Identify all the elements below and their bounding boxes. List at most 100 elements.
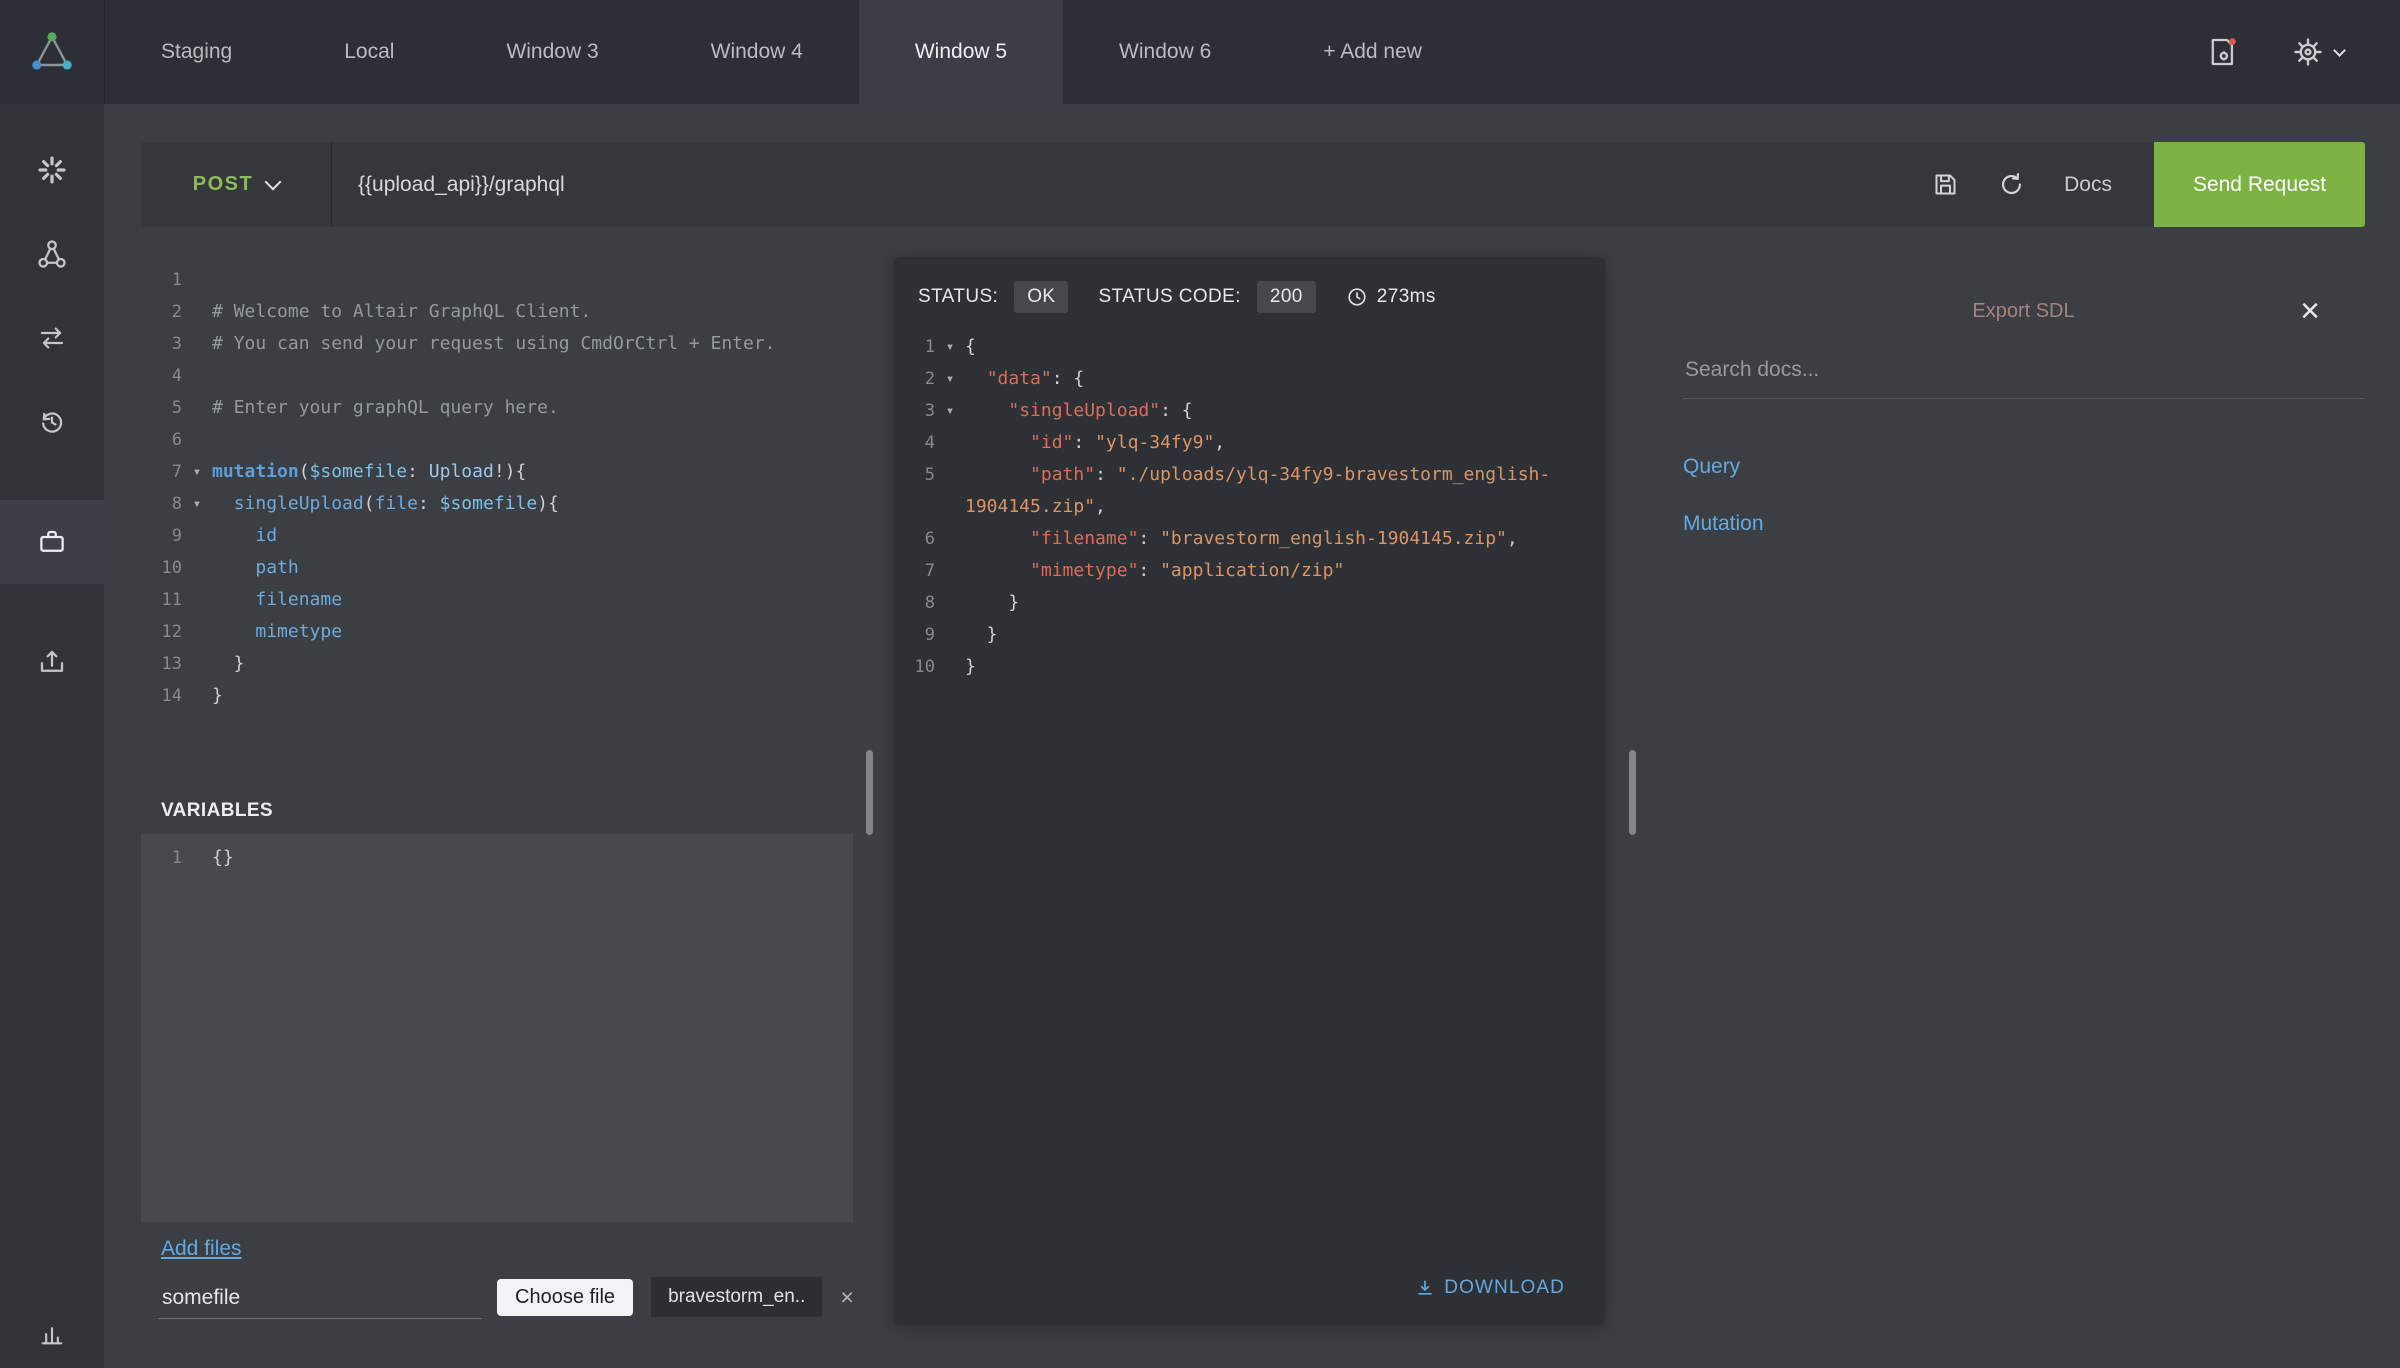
send-request-button[interactable]: Send Request (2154, 142, 2365, 227)
fold-spacer (182, 264, 212, 296)
chevron-down-icon (265, 174, 282, 191)
line-number: 3 (141, 328, 182, 360)
download-response-button[interactable]: DOWNLOAD (1415, 1277, 1565, 1299)
sidebar-item-export[interactable] (0, 620, 104, 704)
line-number (894, 491, 935, 523)
export-sdl-link[interactable]: Export SDL (1683, 300, 2364, 323)
chevron-down-icon (2333, 44, 2346, 57)
fold-arrow-icon[interactable]: ▾ (182, 488, 212, 520)
response-time: 273ms (1346, 286, 1436, 308)
code-line: 11 filename (141, 584, 853, 616)
code-text: singleUpload(file: $somefile){ (212, 488, 853, 520)
fold-spacer (182, 584, 212, 616)
code-text (212, 264, 853, 296)
add-new-tab-button[interactable]: + Add new (1267, 0, 1478, 104)
query-editor[interactable]: 12# Welcome to Altair GraphQL Client.3# … (141, 264, 853, 712)
environment-settings-button[interactable] (2205, 35, 2239, 69)
code-line: 8▾ singleUpload(file: $somefile){ (141, 488, 853, 520)
file-variable-name-input[interactable] (158, 1282, 482, 1319)
docs-search-input[interactable] (1683, 358, 2364, 399)
code-line: 1 (141, 264, 853, 296)
url-input[interactable] (332, 173, 1932, 197)
code-text: } (965, 587, 1605, 619)
code-text: filename (212, 584, 853, 616)
choose-file-button[interactable]: Choose file (497, 1279, 633, 1316)
document-gear-icon (2205, 35, 2239, 69)
response-status-row: STATUS: OK STATUS CODE: 200 273ms (894, 257, 1605, 313)
response-body-code: 1▾{2▾ "data": {3▾ "singleUpload": {4 "id… (894, 331, 1605, 683)
tab-window-6[interactable]: Window 6 (1063, 0, 1267, 104)
fold-spacer (935, 587, 965, 619)
fold-spacer (182, 616, 212, 648)
fold-arrow-icon[interactable]: ▾ (935, 331, 965, 363)
fold-spacer (935, 523, 965, 555)
http-method-label: POST (193, 173, 253, 196)
docs-link-mutation[interactable]: Mutation (1683, 512, 2364, 536)
code-line: 10 path (141, 552, 853, 584)
line-number: 3 (894, 395, 935, 427)
code-text: 1904145.zip", (965, 491, 1605, 523)
line-number: 12 (141, 616, 182, 648)
code-text: id (212, 520, 853, 552)
http-method-dropdown[interactable]: POST (141, 142, 332, 227)
add-files-link[interactable]: Add files (161, 1237, 242, 1261)
docs-link-query[interactable]: Query (1683, 455, 2364, 479)
sidebar-item-history[interactable] (0, 380, 104, 464)
save-floppy-icon (1932, 171, 1959, 198)
history-clock-icon (37, 407, 67, 437)
line-number: 8 (894, 587, 935, 619)
fold-spacer (182, 680, 212, 712)
topbar-actions (2205, 0, 2400, 104)
sidebar-item-proxy[interactable] (0, 296, 104, 380)
fold-spacer (182, 520, 212, 552)
settings-menu-button[interactable] (2291, 35, 2344, 69)
variables-editor[interactable]: 1{} (141, 834, 853, 1222)
fold-arrow-icon[interactable]: ▾ (182, 456, 212, 488)
sidebar-item-collections[interactable] (0, 500, 104, 584)
code-line: 3# You can send your request using CmdOr… (141, 328, 853, 360)
code-line: 7▾mutation($somefile: Upload!){ (141, 456, 853, 488)
remove-file-icon[interactable]: × (840, 1286, 853, 1309)
tab-window-4[interactable]: Window 4 (655, 0, 859, 104)
tab-window-3[interactable]: Window 3 (450, 0, 654, 104)
variables-editor-code: 1{} (141, 842, 853, 874)
code-line: 6 "filename": "bravestorm_english-190414… (894, 523, 1605, 555)
reload-docs-button[interactable] (1997, 170, 2026, 199)
code-line: 12 mimetype (141, 616, 853, 648)
export-share-icon (37, 647, 67, 677)
fold-spacer (935, 427, 965, 459)
code-text: } (212, 680, 853, 712)
altair-logo[interactable] (0, 0, 105, 104)
download-label: DOWNLOAD (1444, 1277, 1565, 1299)
fold-spacer (935, 491, 965, 523)
fold-spacer (182, 296, 212, 328)
code-text: # Enter your graphQL query here. (212, 392, 853, 424)
tab-window-5[interactable]: Window 5 (859, 0, 1063, 104)
fold-spacer (935, 555, 965, 587)
pane-resize-handle-left[interactable] (866, 750, 873, 835)
docs-toggle-button[interactable]: Docs (2064, 173, 2112, 197)
code-line: 3▾ "singleUpload": { (894, 395, 1605, 427)
code-line: 10} (894, 651, 1605, 683)
line-number: 1 (141, 264, 182, 296)
code-line: 8 } (894, 587, 1605, 619)
docs-panel: Export SDL × QueryMutation (1683, 300, 2364, 536)
line-number: 4 (141, 360, 182, 392)
close-docs-icon[interactable]: × (2300, 294, 2320, 328)
code-line: 1▾{ (894, 331, 1605, 363)
fold-arrow-icon[interactable]: ▾ (935, 363, 965, 395)
line-number: 5 (894, 459, 935, 491)
clock-icon (1346, 286, 1368, 308)
tab-local[interactable]: Local (288, 0, 450, 104)
tab-staging[interactable]: Staging (105, 0, 288, 104)
pane-resize-handle-right[interactable] (1629, 750, 1636, 835)
sidebar-item-plugins[interactable] (0, 128, 104, 212)
line-number: 6 (141, 424, 182, 456)
fold-arrow-icon[interactable]: ▾ (935, 395, 965, 427)
sidebar-item-stats[interactable] (0, 1310, 104, 1358)
sidebar-item-schema[interactable] (0, 212, 104, 296)
docs-links: Query Mutation (1683, 455, 2364, 536)
save-request-button[interactable] (1932, 171, 1959, 198)
line-number: 7 (894, 555, 935, 587)
code-line: 9 } (894, 619, 1605, 651)
